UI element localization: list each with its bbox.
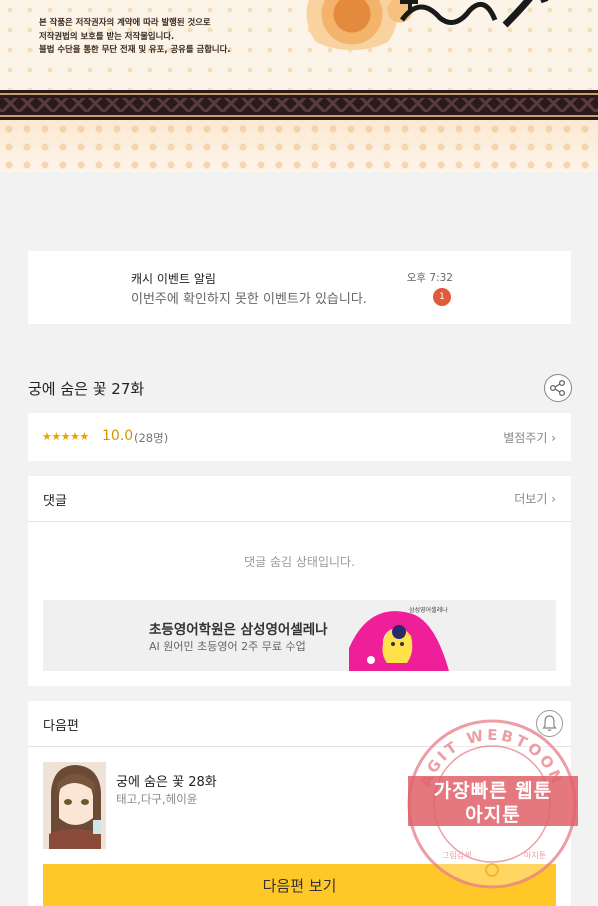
event-notification[interactable]: 캐시 이벤트 알림 이번주에 확인하지 못한 이벤트가 있습니다. 오후 7:3… — [28, 251, 571, 324]
thumbnail-illustration — [43, 762, 106, 849]
comments-more-button[interactable]: 더보기 › — [514, 490, 556, 507]
band-pattern — [0, 98, 598, 112]
watermark-small-left: 그림검색 — [442, 850, 471, 860]
copyright-line-1: 본 작품은 저작권자의 계약에 따라 발행된 것으로 — [39, 17, 211, 27]
notification-title: 캐시 이벤트 알림 — [131, 272, 216, 286]
ad-tiny-label: 삼성영어셀레나 — [409, 607, 448, 614]
watermark-small-right: 아지툰 — [524, 850, 546, 860]
watermark-line-1: 가장빠른 웹툰 — [433, 780, 553, 802]
copyright-notice: 본 작품은 저작권자의 계약에 따라 발행된 것으로 저작권법의 보호를 받는 … — [39, 16, 231, 57]
decorative-band — [0, 90, 598, 120]
share-button[interactable] — [544, 374, 572, 402]
rating-card: ★★★★★ 10.0 (28명) 별점주기 › — [28, 413, 571, 461]
notification-badge: 1 — [433, 288, 451, 306]
notification-message: 이번주에 확인하지 못한 이벤트가 있습니다. — [131, 292, 367, 307]
ad-banner[interactable]: 초등영어학원은 삼성영어셀레나 AI 원어민 초등영어 2주 무료 수업 삼성영… — [43, 600, 556, 671]
comments-hidden-message: 댓글 숨김 상태입니다. — [244, 555, 355, 569]
next-episode-authors: 태고,다구,헤이윤 — [116, 792, 198, 806]
share-icon — [549, 379, 566, 397]
copyright-line-2: 저작권법의 보호를 받는 저작물입니다. — [39, 30, 175, 41]
next-episode-thumbnail[interactable] — [43, 762, 106, 849]
next-episode-title[interactable]: 궁에 숨은 꽃 28화 — [116, 771, 217, 790]
watermark-line-2: 아지툰 — [465, 804, 521, 826]
rating-score: 10.0 — [102, 428, 134, 444]
comments-header: 댓글 — [43, 494, 67, 509]
comments-section: 댓글 더보기 › 댓글 숨김 상태입니다. 초등영어학원은 삼성영어셀레나 AI… — [28, 476, 571, 686]
next-episode-header: 다음편 — [43, 719, 79, 734]
ad-subtitle: AI 원어민 초등영어 2주 무료 수업 — [149, 640, 306, 653]
copyright-line-3: 불법 수단을 통한 무단 전재 및 유포, 공유를 금합니다. — [39, 44, 231, 54]
notification-time: 오후 7:32 — [406, 272, 453, 284]
episode-title: 궁에 숨은 꽃 27화 — [28, 380, 145, 398]
rating-stars: ★★★★★ — [42, 430, 89, 443]
divider — [28, 521, 571, 522]
webtoon-banner: 본 작품은 저작권자의 계약에 따라 발행된 것으로 저작권법의 보호를 받는 … — [0, 0, 598, 172]
rate-button[interactable]: 별점주기 › — [503, 429, 556, 446]
ad-character-illustration — [349, 611, 449, 671]
rating-count: (28명) — [134, 431, 169, 445]
brush-title-art — [400, 0, 549, 28]
banner-bottom-pattern — [0, 120, 598, 172]
ad-title: 초등영어학원은 삼성영어셀레나 — [149, 622, 328, 638]
